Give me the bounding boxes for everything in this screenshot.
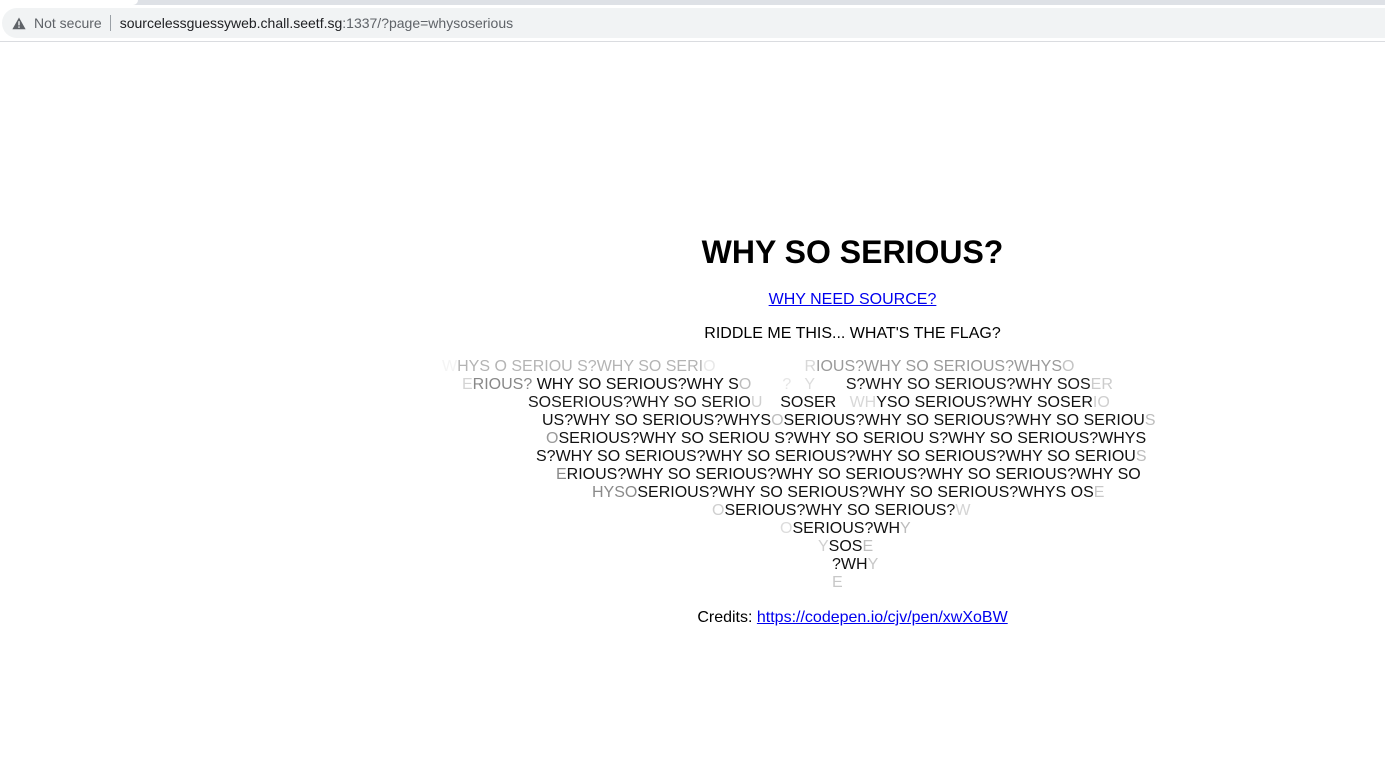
art-line: SOSERIOUS?WHY SO SERIOU SOSER WHYSO SERI… bbox=[528, 394, 1110, 412]
art-segment: IO bbox=[1092, 394, 1110, 411]
art-segment: IOUS?WHY SO SERIOUS?WHYS bbox=[816, 358, 1062, 375]
art-line: ?WHY bbox=[832, 556, 878, 574]
art-segment: HYSO bbox=[592, 484, 638, 501]
art-segment: Y bbox=[804, 376, 815, 393]
art-segment: Y bbox=[867, 556, 879, 573]
art-line: E bbox=[832, 574, 843, 592]
page-content: WHY SO SERIOUS? WHY NEED SOURCE? RIDDLE … bbox=[320, 42, 1385, 759]
art-segment bbox=[791, 376, 804, 393]
art-segment: R bbox=[804, 358, 817, 375]
credits: Credits: https://codepen.io/cjv/pen/xwXo… bbox=[320, 608, 1385, 628]
art-segment: S bbox=[1135, 448, 1147, 465]
art-segment: E bbox=[832, 574, 843, 591]
art-segment bbox=[762, 394, 780, 411]
art-segment: SERIOUS?WHY SO SERIOUS?WHY SO SERIOUS?WH… bbox=[637, 484, 1094, 501]
art-segment: S bbox=[1144, 412, 1156, 429]
art-line: ERIOUS?WHY SO SERIOUS?WHY SO SERIOUS?WHY… bbox=[556, 466, 1141, 484]
url-path[interactable]: :1337/?page=whysoserious bbox=[342, 15, 513, 31]
art-segment: E bbox=[556, 466, 567, 483]
art-segment: O bbox=[771, 412, 784, 429]
omnibox-separator bbox=[109, 15, 111, 31]
art-segment: SERIOUS?WHY SO SERIOUS?WHY SO SERIOU bbox=[783, 412, 1145, 429]
art-segment: SERIOUS?WHY SO SERIOU S?WHY SO SERIOU S?… bbox=[558, 430, 1147, 447]
art-segment: Y bbox=[900, 520, 911, 537]
art-line: ERIOUS? WHY SO SERIOUS?WHY SO ? Y S?WHY … bbox=[462, 376, 1113, 394]
art-segment: SOSER bbox=[780, 394, 837, 411]
art-line: US?WHY SO SERIOUS?WHYSOSERIOUS?WHY SO SE… bbox=[542, 412, 1155, 430]
credits-label: Credits: bbox=[697, 609, 757, 626]
why-need-source-link[interactable]: WHY NEED SOURCE? bbox=[769, 291, 937, 308]
art-segment bbox=[836, 394, 849, 411]
art-segment: US?WHY SO SERIOUS?WHYS bbox=[542, 412, 772, 429]
art-segment: O bbox=[780, 520, 793, 537]
art-line: HYSOSERIOUS?WHY SO SERIOUS?WHY SO SERIOU… bbox=[592, 484, 1104, 502]
art-line: OSERIOUS?WHY SO SERIOU S?WHY SO SERIOU S… bbox=[546, 430, 1146, 448]
art-segment bbox=[751, 376, 782, 393]
art-segment: WHY SO SERIOUS?WHY S bbox=[536, 376, 739, 393]
art-segment: W bbox=[955, 502, 971, 519]
art-segment: O bbox=[712, 502, 725, 519]
art-segment: SOS bbox=[828, 538, 863, 555]
credits-link[interactable]: https://codepen.io/cjv/pen/xwXoBW bbox=[757, 609, 1008, 626]
riddle-text: RIDDLE ME THIS... WHAT'S THE FLAG? bbox=[704, 325, 1001, 342]
art-segment: W bbox=[442, 358, 458, 375]
art-segment: U bbox=[750, 394, 763, 411]
art-segment: S?WHY SO SERIOUS?WHY SO SERIOUS?WHY SO S… bbox=[536, 448, 1136, 465]
art-segment: SERIOUS?WHY SO SERIOUS? bbox=[724, 502, 956, 519]
art-segment: SERIOUS?WH bbox=[792, 520, 901, 537]
art-segment: O bbox=[703, 358, 716, 375]
art-line: OSERIOUS?WHY SO SERIOUS?W bbox=[712, 502, 970, 520]
art-segment: S?WHY SO SERIOUS?WHY SOS bbox=[845, 376, 1091, 393]
art-segment bbox=[815, 376, 846, 393]
page-title: WHY SO SERIOUS? bbox=[701, 234, 1004, 270]
security-label[interactable]: Not secure bbox=[34, 15, 102, 31]
art-segment: E bbox=[1093, 484, 1105, 501]
art-segment: E bbox=[862, 538, 874, 555]
art-line: WHYS O SERIOU S?WHY SO SERIO RIOUS?WHY S… bbox=[442, 358, 1074, 376]
art-line: YSOSE bbox=[818, 538, 873, 556]
address-bar[interactable]: Not secure sourcelessguessyweb.chall.see… bbox=[2, 8, 1385, 38]
art-segment: E bbox=[462, 376, 473, 393]
art-segment: ? bbox=[782, 376, 792, 393]
art-segment: ER bbox=[1090, 376, 1113, 393]
art-line: OSERIOUS?WHY bbox=[780, 520, 911, 538]
art-segment: O bbox=[1062, 358, 1075, 375]
art-segment: O bbox=[738, 376, 752, 393]
art-segment: YSO SERIOUS?WHY SOSER bbox=[876, 394, 1093, 411]
art-segment: WH bbox=[849, 394, 877, 411]
art-segment: RIOUS?WHY SO SERIOUS?WHY SO SERIOUS?WHY … bbox=[566, 466, 1141, 483]
warning-triangle-icon[interactable] bbox=[11, 15, 27, 31]
browser-toolbar: Not secure sourcelessguessyweb.chall.see… bbox=[0, 5, 1385, 42]
art-segment: RIOUS? bbox=[472, 376, 537, 393]
url-host[interactable]: sourcelessguessyweb.chall.seetf.sg bbox=[120, 15, 343, 31]
art-segment: Y bbox=[818, 538, 829, 555]
art-line: S?WHY SO SERIOUS?WHY SO SERIOUS?WHY SO S… bbox=[536, 448, 1147, 466]
art-segment: SOSERIOUS?WHY SO SERIO bbox=[528, 394, 751, 411]
art-segment bbox=[716, 358, 805, 375]
art-segment: HYS O SERIOU S?WHY SO SERI bbox=[457, 358, 704, 375]
art-segment: ?WH bbox=[832, 556, 868, 573]
art-segment: O bbox=[546, 430, 559, 447]
source-link-container: WHY NEED SOURCE? bbox=[320, 290, 1385, 310]
